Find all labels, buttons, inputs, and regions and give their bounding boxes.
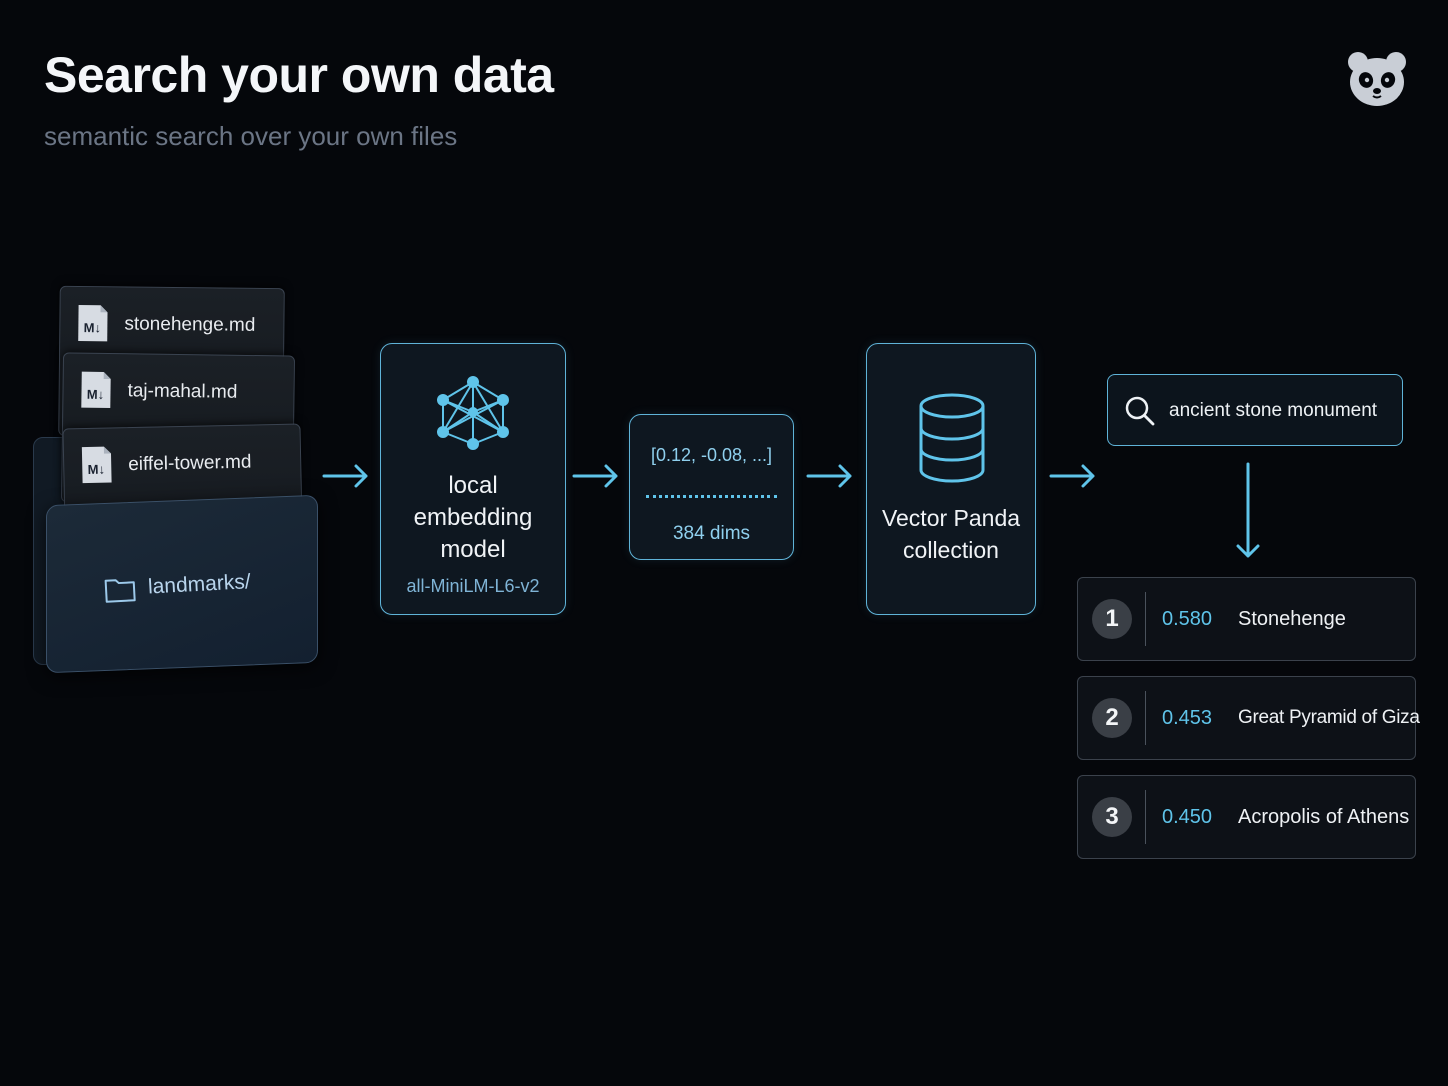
panda-icon xyxy=(1348,52,1406,106)
file-name: taj-mahal.md xyxy=(127,380,238,403)
search-query: ancient stone monument xyxy=(1169,400,1378,421)
markdown-icon: M↓ xyxy=(81,371,111,409)
result-row[interactable]: 1 0.580 Stonehenge xyxy=(1077,577,1416,661)
folder-name: landmarks/ xyxy=(147,570,252,599)
embedding-model-box: local embedding model all-MiniLM-L6-v2 xyxy=(380,343,566,615)
result-rank: 2 xyxy=(1092,698,1132,738)
result-rank: 3 xyxy=(1092,797,1132,837)
result-divider xyxy=(1145,592,1146,646)
result-score: 0.450 xyxy=(1162,806,1213,828)
markdown-icon: M↓ xyxy=(78,305,108,342)
folder-icon xyxy=(104,579,136,603)
model-title: local embedding model xyxy=(413,472,533,563)
vector-dots xyxy=(646,495,777,498)
svg-text:M↓: M↓ xyxy=(87,462,105,477)
result-divider xyxy=(1145,790,1146,844)
result-name: Stonehenge xyxy=(1238,608,1346,630)
file-name: stonehenge.md xyxy=(124,313,256,336)
result-divider xyxy=(1145,691,1146,745)
markdown-icon: M↓ xyxy=(81,446,112,484)
result-name: Great Pyramid of Giza xyxy=(1238,707,1420,728)
collection-title: Vector Panda collection xyxy=(881,505,1021,563)
arrow-icon xyxy=(1049,464,1095,488)
result-row[interactable]: 3 0.450 Acropolis of Athens xyxy=(1077,775,1416,859)
svg-text:M↓: M↓ xyxy=(84,320,101,335)
arrow-icon xyxy=(572,464,618,488)
result-name: Acropolis of Athens xyxy=(1238,806,1410,828)
vector-preview: [0.12, -0.08, ...] xyxy=(650,445,773,465)
result-rank: 1 xyxy=(1092,599,1132,639)
embedding-vector-box: [0.12, -0.08, ...] 384 dims xyxy=(629,414,794,560)
vector-dims: 384 dims xyxy=(672,523,751,544)
file-name: eiffel-tower.md xyxy=(128,451,252,476)
collection-box: Vector Panda collection xyxy=(866,343,1036,615)
search-input[interactable]: ancient stone monument xyxy=(1107,374,1403,446)
arrow-down-icon xyxy=(1236,462,1260,558)
svg-text:M↓: M↓ xyxy=(87,387,105,402)
arrow-icon xyxy=(806,464,852,488)
neural-network-icon xyxy=(437,376,509,450)
page-subtitle: semantic search over your own files xyxy=(44,121,458,151)
result-row[interactable]: 2 0.453 Great Pyramid of Giza xyxy=(1077,676,1420,760)
arrow-icon xyxy=(322,464,368,488)
result-score: 0.453 xyxy=(1162,707,1213,729)
model-name: all-MiniLM-L6-v2 xyxy=(406,576,540,596)
page-title: Search your own data xyxy=(44,47,554,103)
search-icon xyxy=(1125,396,1155,426)
database-icon xyxy=(919,393,985,483)
result-score: 0.580 xyxy=(1162,608,1213,630)
